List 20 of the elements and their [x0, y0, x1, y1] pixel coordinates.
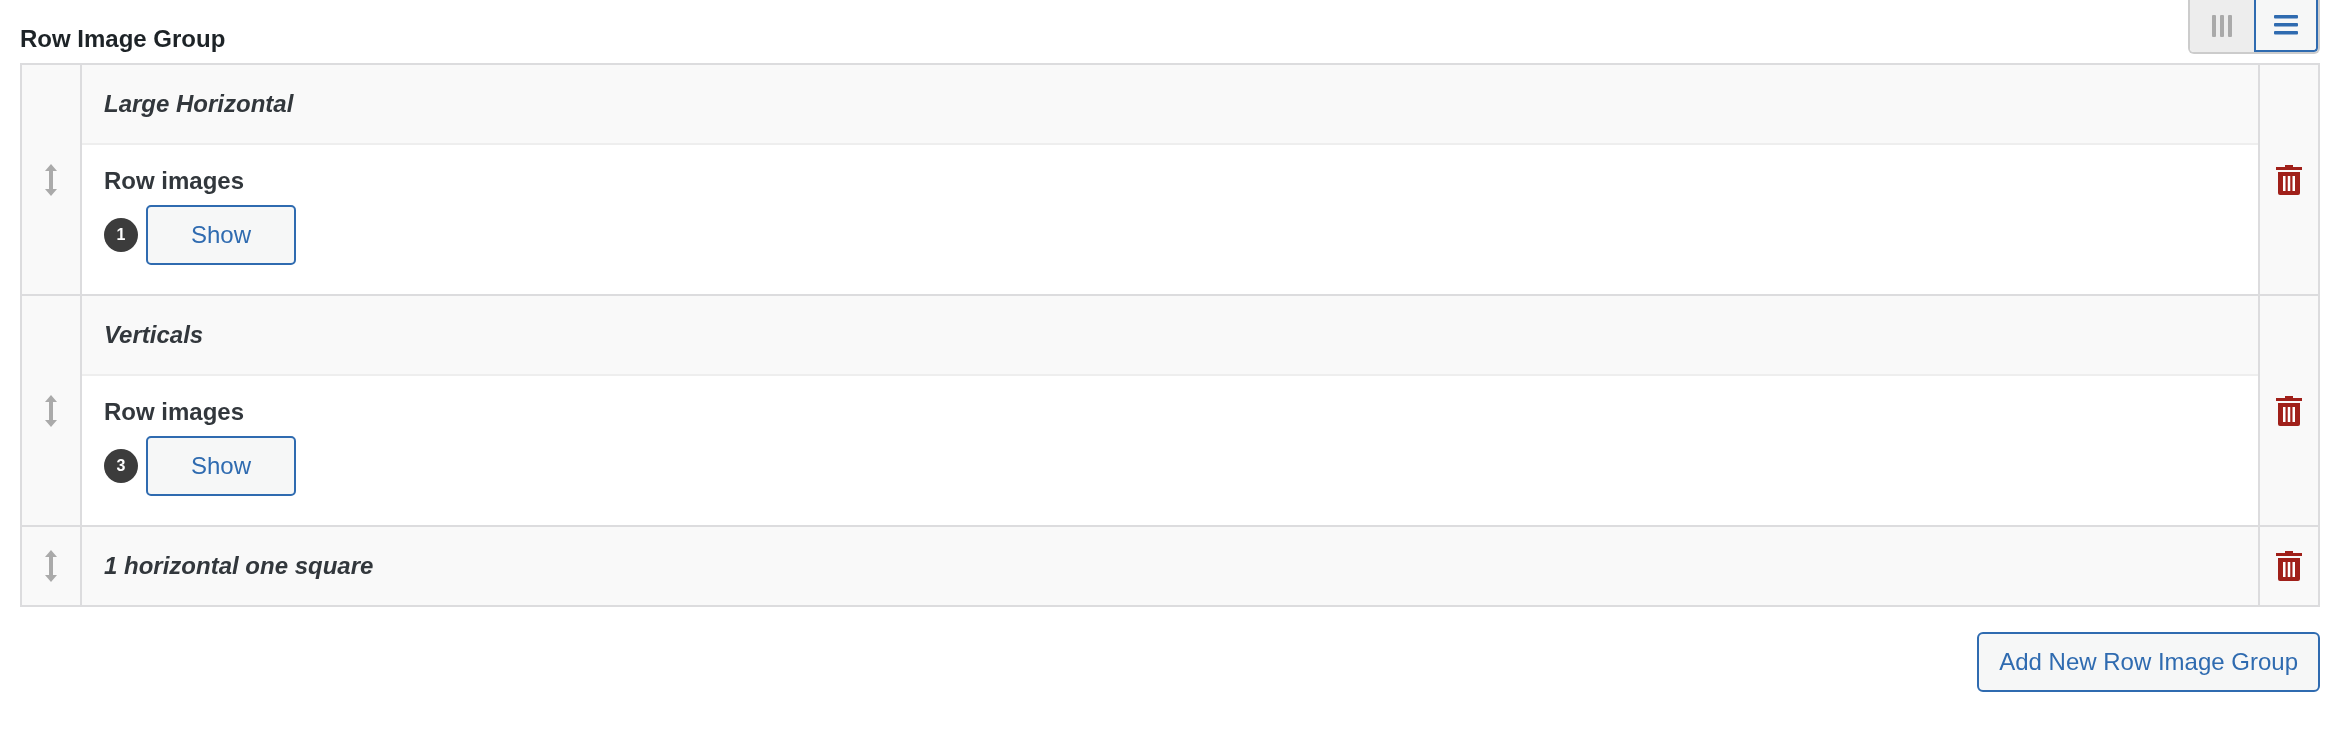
show-button[interactable]: Show	[146, 436, 296, 496]
field-label: Row images	[104, 166, 246, 196]
drag-handle-icon[interactable]	[45, 394, 57, 427]
delete-icon[interactable]	[2276, 164, 2302, 195]
drag-handle-icon[interactable]	[45, 550, 57, 582]
row-title[interactable]: Verticals	[104, 317, 204, 353]
row-title[interactable]: 1 horizontal one square	[104, 548, 374, 584]
drag-handle-icon[interactable]	[45, 163, 57, 196]
show-button[interactable]: Show	[146, 205, 296, 265]
menu-icon	[2274, 15, 2298, 35]
columns-icon	[2211, 14, 2233, 38]
row-title[interactable]: Large Horizontal	[104, 86, 294, 122]
field-label: Row images	[104, 397, 246, 427]
add-row-button[interactable]: Add New Row Image Group	[1977, 632, 2320, 692]
delete-icon[interactable]	[2276, 395, 2302, 426]
delete-icon[interactable]	[2276, 551, 2302, 581]
count-badge: 1	[104, 218, 138, 252]
row-layout-button[interactable]	[2254, 0, 2318, 52]
section-title: Row Image Group	[20, 24, 226, 54]
count-badge: 3	[104, 449, 138, 483]
